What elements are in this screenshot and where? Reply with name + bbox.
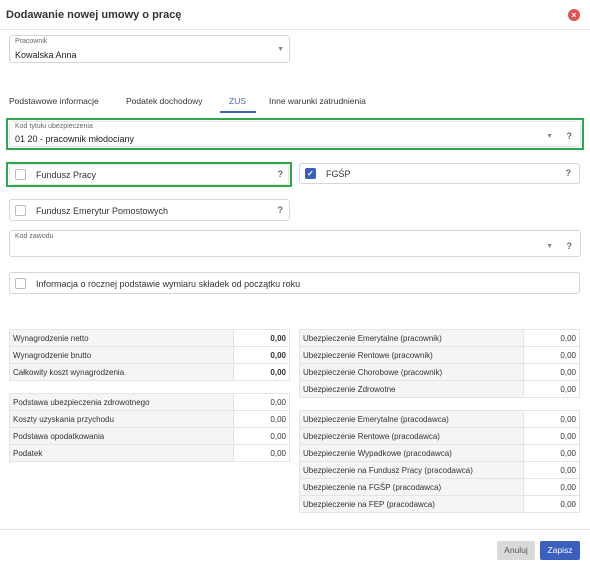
table-row: Ubezpieczenie na Fundusz Pracy (pracodaw… (298, 461, 580, 479)
help-icon[interactable]: ? (278, 205, 284, 215)
table-row: Wynagrodzenie netto 0,00 (8, 329, 290, 347)
row-value: 0,00 (233, 427, 290, 445)
help-icon[interactable]: ? (566, 168, 572, 178)
tab-basic-info[interactable]: Podstawowe informacje (9, 96, 99, 106)
fundusz-pracy-field[interactable]: Fundusz Pracy ? (9, 164, 289, 185)
dialog-footer: Anuluj Zapisz (0, 529, 590, 571)
annual-info-field[interactable]: Informacja o rocznej podstawie wymiaru s… (9, 272, 580, 294)
chevron-down-icon[interactable]: ▼ (546, 133, 553, 140)
table-row: Wynagrodzenie brutto 0,00 (8, 346, 290, 364)
row-label: Ubezpieczenie Wypadkowe (pracodawca) (298, 444, 525, 462)
row-label: Ubezpieczenie Rentowe (pracodawca) (298, 427, 525, 445)
table-row: Koszty uzyskania przychodu 0,00 (8, 410, 290, 428)
row-label: Podstawa ubezpieczenia zdrowotnego (8, 393, 235, 411)
tab-income-tax[interactable]: Podatek dochodowy (126, 96, 203, 106)
table-row: Ubezpieczenie Rentowe (pracodawca) 0,00 (298, 427, 580, 445)
row-value: 0,00 (523, 461, 580, 479)
dialog-title: Dodawanie nowej umowy o pracę (6, 9, 182, 21)
employee-value: Kowalska Anna (15, 50, 77, 60)
chevron-down-icon[interactable]: ▼ (546, 243, 553, 250)
row-label: Ubezpieczenie na FGŚP (pracodawca) (298, 478, 525, 496)
row-value: 0,00 (523, 329, 580, 347)
row-label: Ubezpieczenie Zdrowotne (298, 380, 525, 398)
tab-bar: Podstawowe informacje Podatek dochodowy … (0, 92, 590, 116)
dialog-header: Dodawanie nowej umowy o pracę × (0, 0, 590, 30)
row-value: 0,00 (523, 380, 580, 398)
save-button[interactable]: Zapisz (540, 541, 580, 560)
row-value: 0,00 (233, 363, 290, 381)
table-row: Ubezpieczenie Emerytalne (pracodawca) 0,… (298, 410, 580, 428)
table-row: Ubezpieczenie Rentowe (pracownik) 0,00 (298, 346, 580, 364)
fep-label: Fundusz Emerytur Pomostowych (36, 206, 169, 216)
tab-other-conditions[interactable]: Inne warunki zatrudnienia (269, 96, 366, 106)
row-label: Ubezpieczenie Rentowe (pracownik) (298, 346, 525, 364)
row-label: Całkowity koszt wynagrodzenia (8, 363, 235, 381)
tab-zus[interactable]: ZUS (229, 96, 246, 106)
row-value: 0,00 (233, 329, 290, 347)
row-value: 0,00 (233, 410, 290, 428)
help-icon[interactable]: ? (278, 169, 284, 179)
row-label: Ubezpieczenie Emerytalne (pracodawca) (298, 410, 525, 428)
table-row: Ubezpieczenie na FEP (pracodawca) 0,00 (298, 495, 580, 513)
row-value: 0,00 (523, 427, 580, 445)
annual-info-label: Informacja o rocznej podstawie wymiaru s… (36, 279, 301, 289)
row-label: Podstawa opodatkowania (8, 427, 235, 445)
cancel-button[interactable]: Anuluj (497, 541, 535, 560)
table-row: Podatek 0,00 (8, 444, 290, 462)
table-row: Całkowity koszt wynagrodzenia 0,00 (8, 363, 290, 381)
fep-field[interactable]: Fundusz Emerytur Pomostowych ? (9, 199, 290, 221)
row-value: 0,00 (233, 346, 290, 364)
fgsp-field[interactable]: ✓ FGŚP ? (299, 163, 580, 184)
table-row: Podstawa ubezpieczenia zdrowotnego 0,00 (8, 393, 290, 411)
row-value: 0,00 (523, 495, 580, 513)
row-label: Ubezpieczenie Emerytalne (pracownik) (298, 329, 525, 347)
fundusz-pracy-checkbox[interactable] (15, 169, 26, 180)
row-label: Koszty uzyskania przychodu (8, 410, 235, 428)
row-value: 0,00 (523, 363, 580, 381)
fgsp-checkbox[interactable]: ✓ (305, 168, 316, 179)
row-label: Ubezpieczenie na FEP (pracodawca) (298, 495, 525, 513)
fep-checkbox[interactable] (15, 205, 26, 216)
employee-select[interactable]: Pracownik Kowalska Anna ▼ (9, 35, 290, 63)
active-tab-indicator (220, 111, 256, 113)
row-label: Ubezpieczenie na Fundusz Pracy (pracodaw… (298, 461, 525, 479)
fundusz-pracy-label: Fundusz Pracy (36, 170, 97, 180)
row-value: 0,00 (523, 444, 580, 462)
salary-summary-table: Wynagrodzenie netto 0,00 Wynagrodzenie b… (8, 329, 290, 462)
job-code-select[interactable]: Kod zawodu ▼ ? (9, 230, 581, 257)
table-row: Ubezpieczenie Wypadkowe (pracodawca) 0,0… (298, 444, 580, 462)
table-row: Ubezpieczenie Zdrowotne 0,00 (298, 380, 580, 398)
table-row: Ubezpieczenie na FGŚP (pracodawca) 0,00 (298, 478, 580, 496)
row-value: 0,00 (523, 410, 580, 428)
help-icon[interactable]: ? (567, 241, 573, 251)
row-value: 0,00 (233, 444, 290, 462)
table-row: Ubezpieczenie Emerytalne (pracownik) 0,0… (298, 329, 580, 347)
row-label: Wynagrodzenie brutto (8, 346, 235, 364)
row-value: 0,00 (523, 478, 580, 496)
help-icon[interactable]: ? (567, 131, 573, 141)
insurance-code-value: 01 20 - pracownik młodociany (15, 134, 135, 144)
table-row: Podstawa opodatkowania 0,00 (8, 427, 290, 445)
annual-info-checkbox[interactable] (15, 278, 26, 289)
row-value: 0,00 (523, 346, 580, 364)
job-code-label: Kod zawodu (15, 233, 54, 240)
insurance-summary-table: Ubezpieczenie Emerytalne (pracownik) 0,0… (298, 329, 580, 513)
insurance-code-label: Kod tytułu ubezpieczenia (15, 123, 93, 130)
fgsp-label: FGŚP (326, 169, 351, 179)
close-icon[interactable]: × (568, 9, 580, 21)
row-label: Podatek (8, 444, 235, 462)
row-label: Wynagrodzenie netto (8, 329, 235, 347)
table-row: Ubezpieczenie Chorobowe (pracownik) 0,00 (298, 363, 580, 381)
chevron-down-icon: ▼ (277, 46, 284, 53)
row-value: 0,00 (233, 393, 290, 411)
row-label: Ubezpieczenie Chorobowe (pracownik) (298, 363, 525, 381)
employee-label: Pracownik (15, 38, 48, 45)
insurance-code-select[interactable]: Kod tytułu ubezpieczenia 01 20 - pracown… (9, 121, 581, 147)
